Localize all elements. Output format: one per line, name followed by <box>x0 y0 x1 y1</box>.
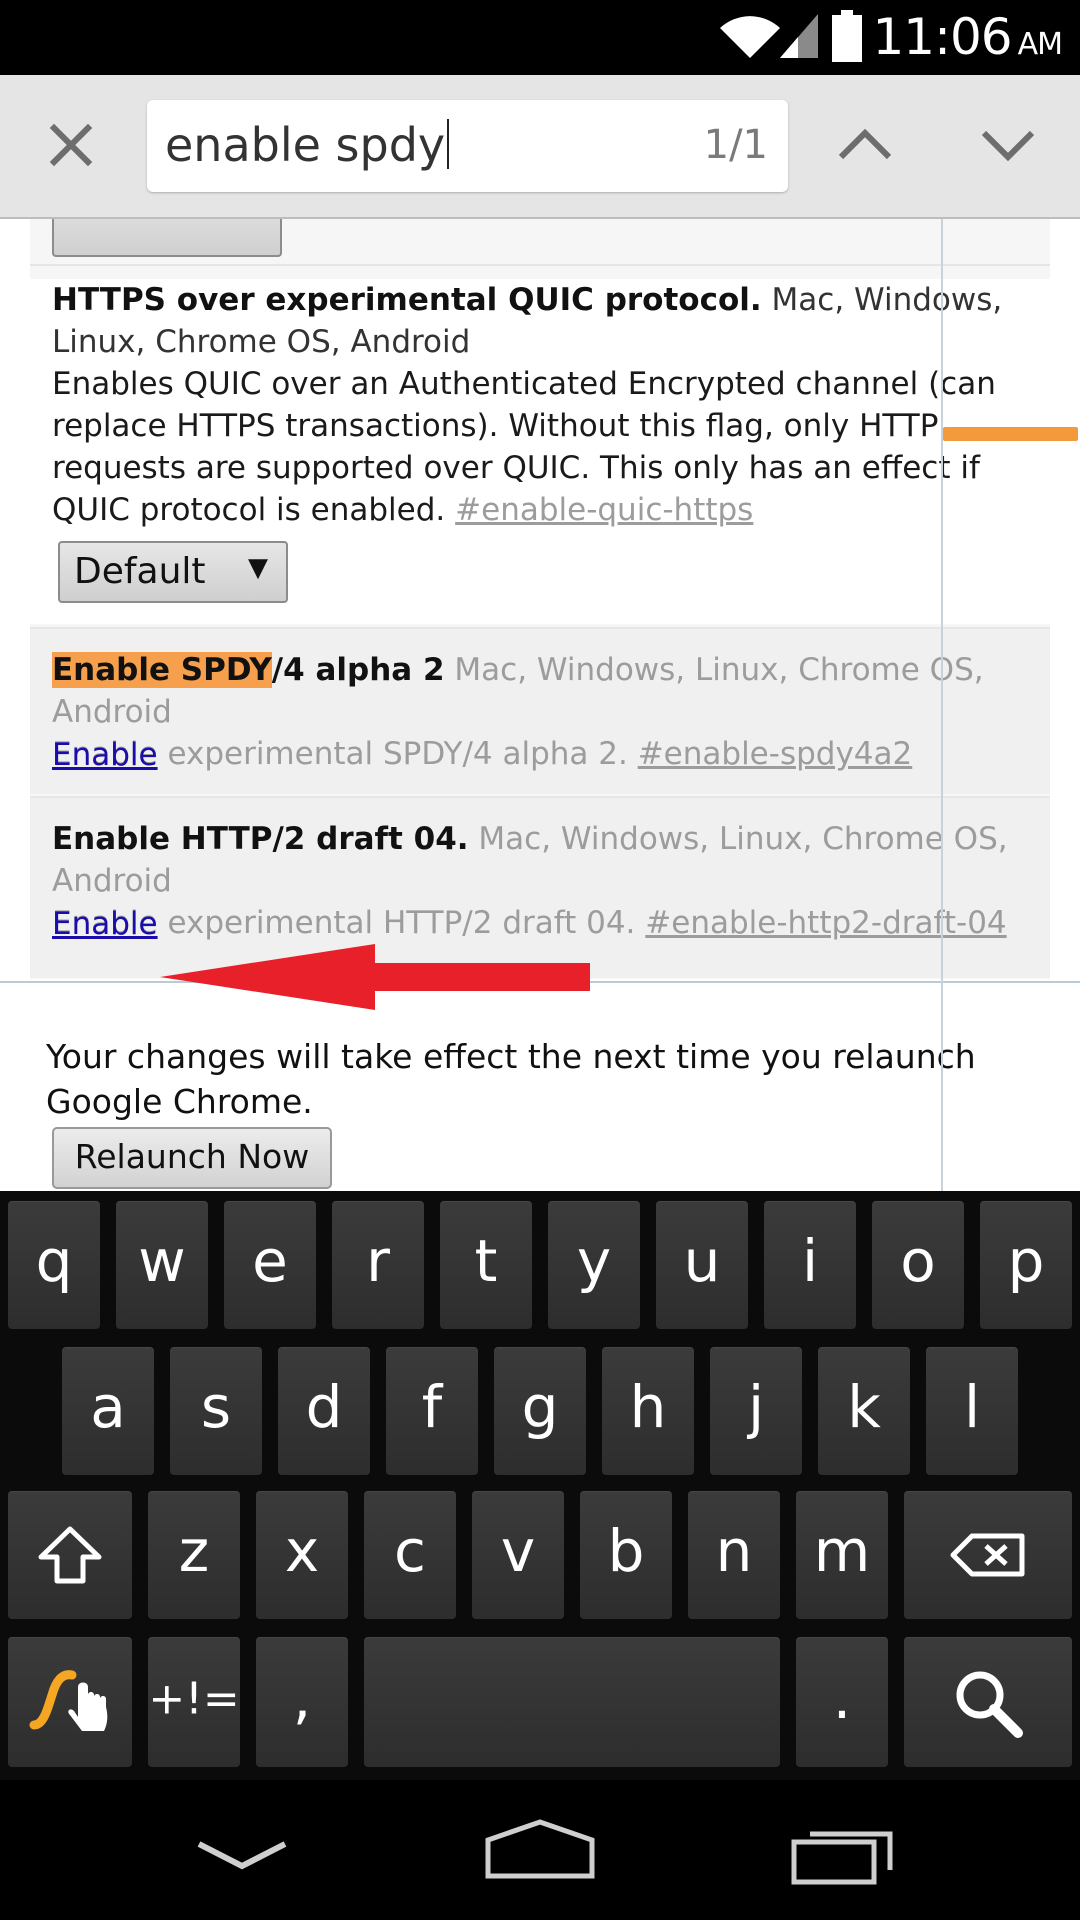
key-z[interactable]: z <box>148 1491 240 1619</box>
web-page: HTTPS over experimental QUIC protocol. M… <box>0 219 1080 1191</box>
flag-quic-https: HTTPS over experimental QUIC protocol. M… <box>30 279 1050 624</box>
key-b[interactable]: b <box>580 1491 672 1619</box>
wifi-icon <box>720 16 780 58</box>
relaunch-now-button[interactable]: Relaunch Now <box>52 1127 332 1189</box>
hide-keyboard-icon[interactable] <box>195 1838 290 1874</box>
soft-keyboard: q w e r t y u i o p a s d f g h j k l z … <box>0 1191 1080 1780</box>
key-f[interactable]: f <box>386 1347 478 1475</box>
chevron-down-icon[interactable] <box>978 125 1038 165</box>
quic-https-select[interactable]: Default ▼ <box>58 541 288 603</box>
separator <box>30 264 1050 266</box>
recent-apps-icon[interactable] <box>790 1820 896 1886</box>
flag-title: HTTPS over experimental QUIC protocol. <box>52 282 762 318</box>
navigation-bar <box>0 1780 1080 1920</box>
key-o[interactable]: o <box>872 1201 964 1329</box>
flag-title: /4 alpha 2 <box>271 652 445 688</box>
search-highlight: Enable SPDY <box>52 652 272 688</box>
backspace-key[interactable] <box>904 1491 1072 1619</box>
key-r[interactable]: r <box>332 1201 424 1329</box>
search-icon <box>956 1671 1023 1738</box>
search-key[interactable] <box>904 1637 1072 1767</box>
key-q[interactable]: q <box>8 1201 100 1329</box>
dropdown-arrow-icon: ▼ <box>248 553 268 583</box>
key-e[interactable]: e <box>224 1201 316 1329</box>
shift-icon <box>38 1526 102 1584</box>
key-v[interactable]: v <box>472 1491 564 1619</box>
find-query-text: enable spdy <box>165 118 449 172</box>
key-g[interactable]: g <box>494 1347 586 1475</box>
swype-key[interactable] <box>8 1637 132 1767</box>
find-match-marker[interactable] <box>943 427 1078 441</box>
key-n[interactable]: n <box>688 1491 780 1619</box>
key-y[interactable]: y <box>548 1201 640 1329</box>
key-k[interactable]: k <box>818 1347 910 1475</box>
enable-http2-link[interactable]: Enable <box>52 906 158 942</box>
key-j[interactable]: j <box>710 1347 802 1475</box>
clock: 11:06 AM <box>872 8 1064 66</box>
flag-title: Enable HTTP/2 draft 04. <box>52 821 469 857</box>
key-i[interactable]: i <box>764 1201 856 1329</box>
shift-key[interactable] <box>8 1491 132 1619</box>
key-c[interactable]: c <box>364 1491 456 1619</box>
key-d[interactable]: d <box>278 1347 370 1475</box>
flag-spdy4: Enable SPDY/4 alpha 2 Mac, Windows, Linu… <box>30 629 1050 794</box>
home-icon[interactable] <box>484 1818 596 1880</box>
red-arrow-annotation <box>160 944 590 1010</box>
space-key[interactable] <box>364 1637 780 1767</box>
cell-signal-icon <box>780 14 818 58</box>
period-key[interactable]: . <box>796 1637 888 1767</box>
flags-list: HTTPS over experimental QUIC protocol. M… <box>30 219 1050 979</box>
chevron-up-icon[interactable] <box>835 125 895 165</box>
key-s[interactable]: s <box>170 1347 262 1475</box>
enable-spdy-link[interactable]: Enable <box>52 737 158 773</box>
relaunch-message: Your changes will take effect the next t… <box>46 1037 976 1121</box>
previous-flag-select[interactable] <box>52 219 282 257</box>
key-l[interactable]: l <box>926 1347 1018 1475</box>
key-a[interactable]: a <box>62 1347 154 1475</box>
flag-anchor-link[interactable]: #enable-spdy4a2 <box>638 736 913 772</box>
match-count: 1/1 <box>703 122 768 168</box>
swype-icon <box>29 1670 108 1731</box>
find-scroll-track <box>941 219 943 1191</box>
comma-key[interactable]: , <box>256 1637 348 1767</box>
key-x[interactable]: x <box>256 1491 348 1619</box>
status-bar: 11:06 AM <box>0 0 1080 75</box>
flag-anchor-link[interactable]: #enable-http2-draft-04 <box>645 905 1006 941</box>
symbols-key[interactable]: +!= <box>148 1637 240 1767</box>
key-m[interactable]: m <box>796 1491 888 1619</box>
flag-text: Enable SPDY/4 alpha 2 Mac, Windows, Linu… <box>52 649 1040 775</box>
battery-icon <box>832 10 862 62</box>
close-icon[interactable] <box>46 120 96 170</box>
flag-text: Enable HTTP/2 draft 04. Mac, Windows, Li… <box>52 818 1040 944</box>
key-p[interactable]: p <box>980 1201 1072 1329</box>
key-t[interactable]: t <box>440 1201 532 1329</box>
key-u[interactable]: u <box>656 1201 748 1329</box>
flag-text: HTTPS over experimental QUIC protocol. M… <box>52 279 1040 531</box>
backspace-icon <box>950 1533 1025 1577</box>
key-h[interactable]: h <box>602 1347 694 1475</box>
key-w[interactable]: w <box>116 1201 208 1329</box>
flag-anchor-link[interactable]: #enable-quic-https <box>455 492 753 528</box>
find-input[interactable]: enable spdy 1/1 <box>147 100 788 192</box>
select-value: Default <box>74 551 206 592</box>
